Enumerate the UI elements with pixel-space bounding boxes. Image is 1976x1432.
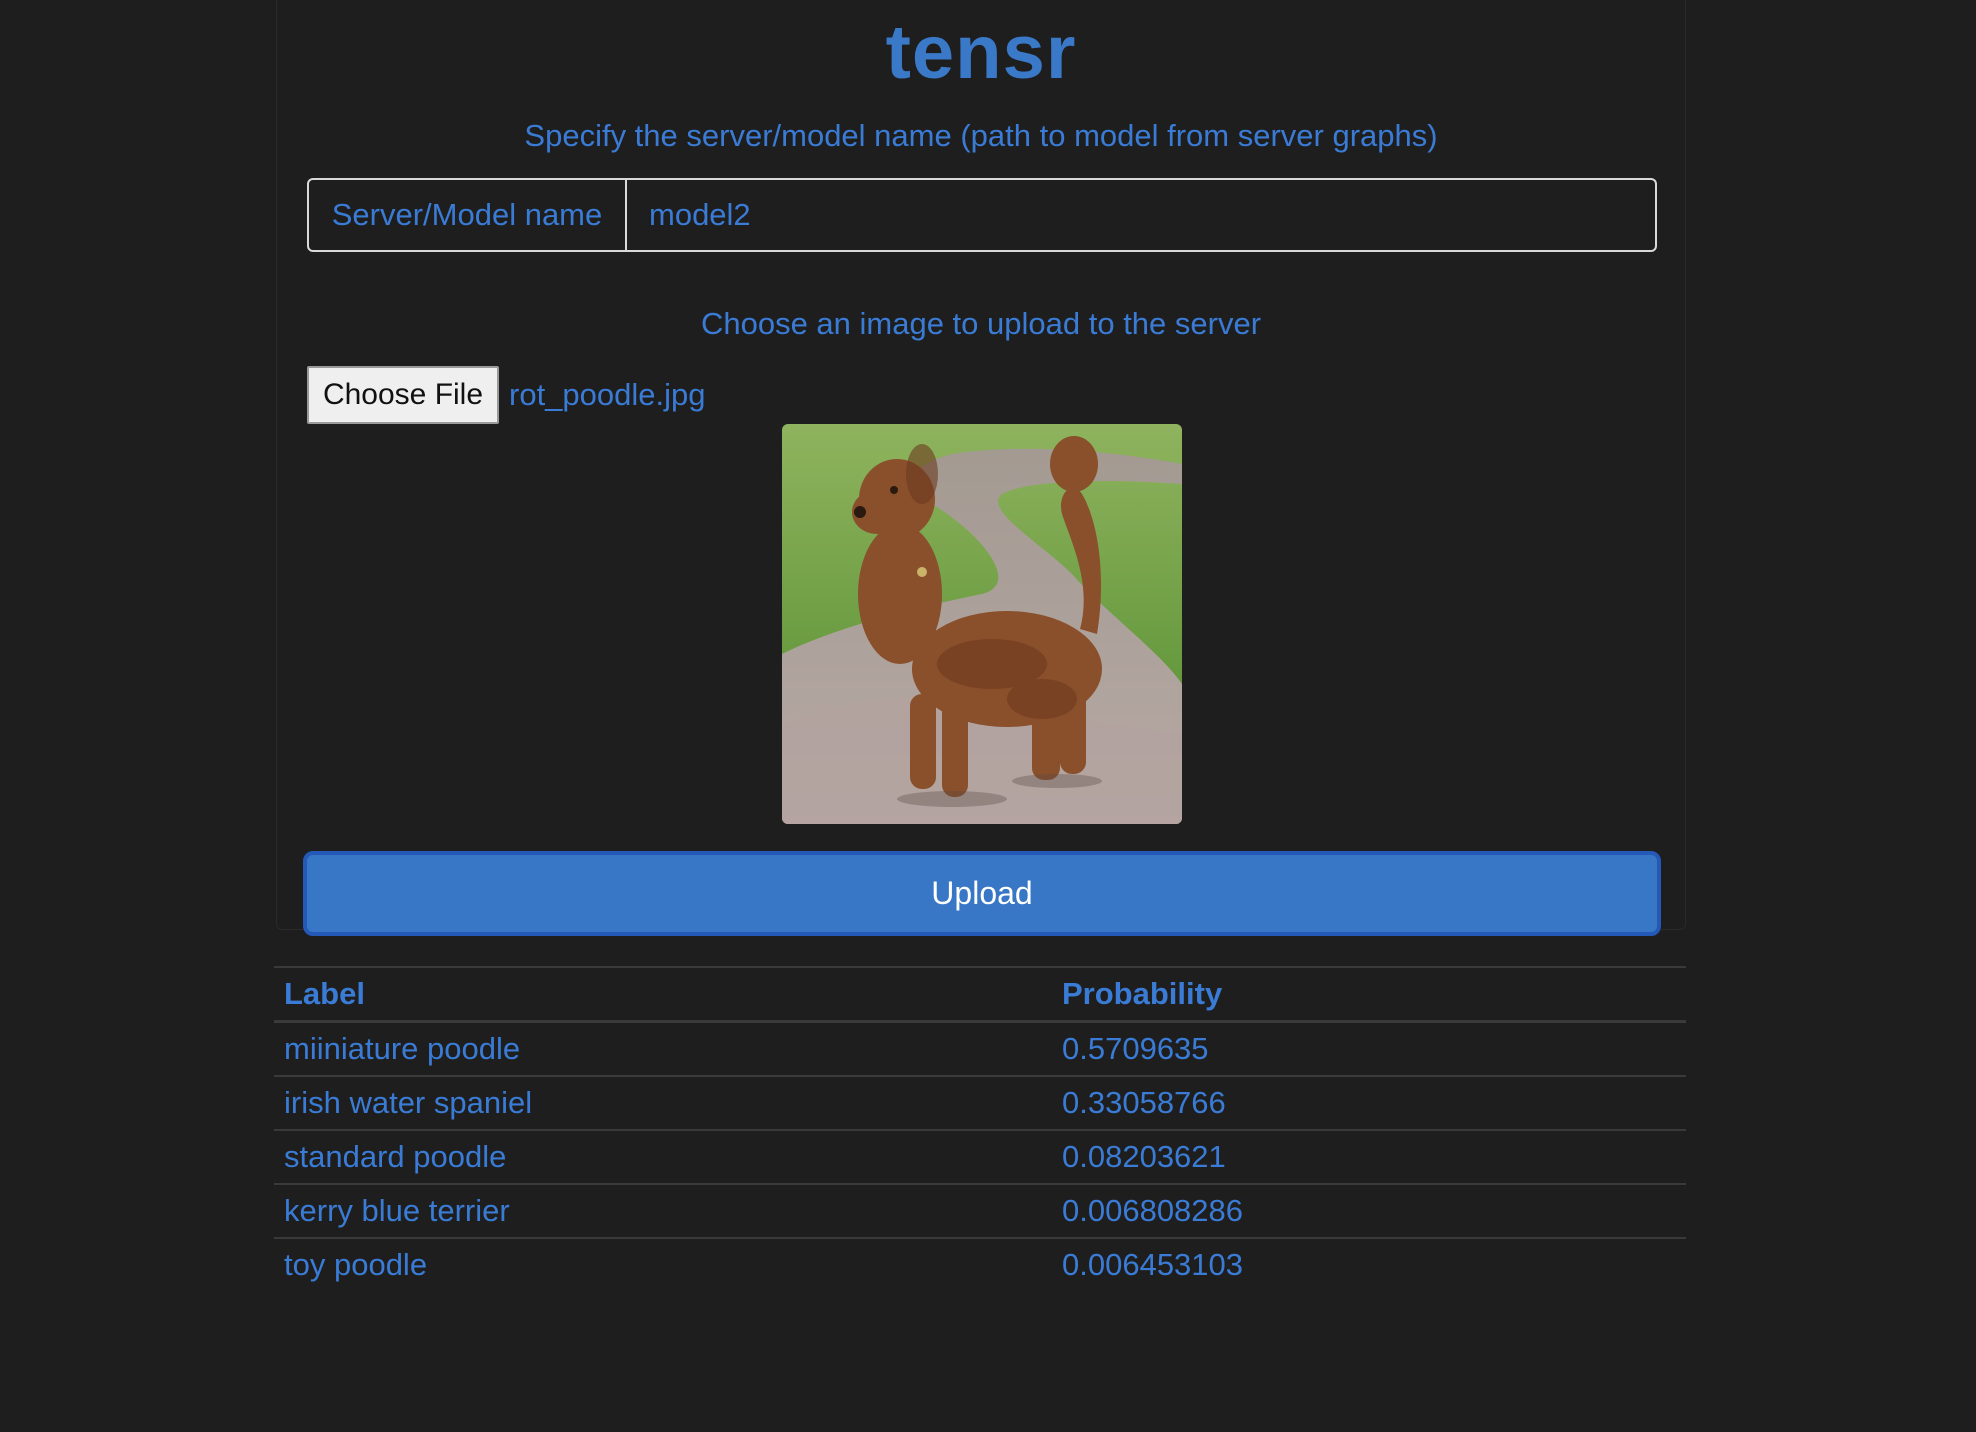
model-name-input[interactable] — [627, 180, 1655, 250]
selected-file-name: rot_poodle.jpg — [509, 377, 706, 412]
table-row: standard poodle 0.08203621 — [274, 1130, 1686, 1185]
row-probability: 0.33058766 — [1052, 1076, 1686, 1131]
model-input-group: Server/Model name — [307, 178, 1657, 252]
row-label: toy poodle — [284, 1247, 428, 1282]
row-label: irish water spaniel — [274, 1076, 1052, 1131]
file-chooser: Choose File rot_poodle.jpg — [307, 366, 706, 424]
choose-file-button[interactable]: Choose File — [307, 366, 499, 424]
row-label: kerry blue terrier — [274, 1184, 1052, 1239]
image-preview — [782, 424, 1182, 824]
model-input-prefix: Server/Model name — [309, 180, 627, 250]
table-row: toy poodle 0.006453103 — [274, 1238, 1686, 1291]
table-row: miiniature poodle 0.5709635 — [274, 1021, 1686, 1077]
table-header-row: Label Probability — [274, 966, 1686, 1023]
row-label: standard poodle — [274, 1130, 1052, 1185]
row-probability: 0.5709635 — [1052, 1021, 1686, 1077]
row-probability: 0.08203621 — [1052, 1130, 1686, 1185]
row-probability: 0.006808286 — [1052, 1184, 1686, 1239]
model-instruction: Specify the server/model name (path to m… — [524, 118, 1438, 153]
upload-instruction: Choose an image to upload to the server — [700, 306, 1262, 341]
upload-card: tensr Specify the server/model name (pat… — [276, 0, 1686, 936]
poodle-preview-image — [782, 424, 1182, 824]
table-row: irish water spaniel 0.33058766 — [274, 1076, 1686, 1131]
table-row: kerry blue terrier 0.006808286 — [274, 1184, 1686, 1239]
header-probability: Probability — [1052, 966, 1686, 1023]
row-label: miiniature poodle — [274, 1021, 1052, 1077]
header-label: Label — [274, 966, 1052, 1023]
upload-button[interactable]: Upload — [303, 851, 1661, 936]
row-probability: 0.006453103 — [1062, 1247, 1244, 1282]
results-table: Label Probability miiniature poodle 0.57… — [274, 966, 1686, 1291]
app-title: tensr — [885, 10, 1077, 95]
